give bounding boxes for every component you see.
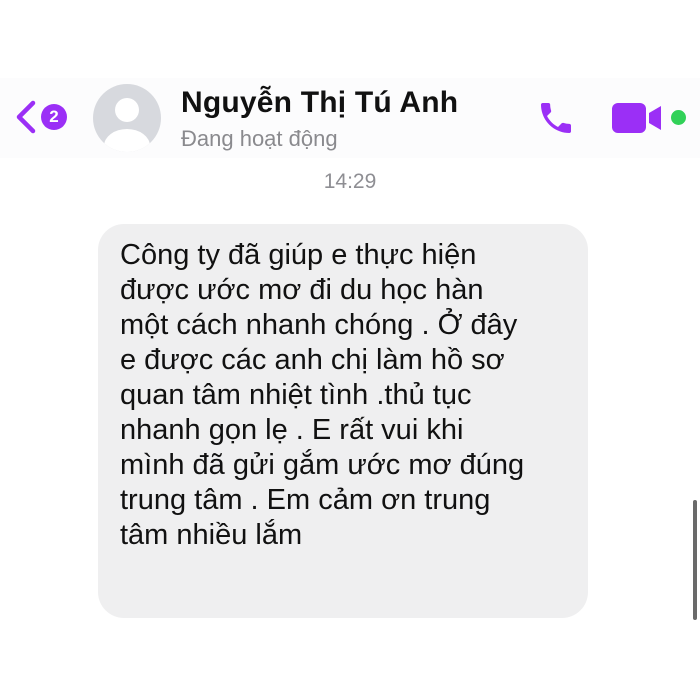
- online-status-dot: [671, 110, 686, 125]
- avatar[interactable]: [93, 84, 161, 152]
- chat-header: 2 Nguyễn Thị Tú Anh Đang hoạt động: [0, 78, 700, 158]
- video-call-button[interactable]: [610, 100, 666, 136]
- video-camera-icon: [612, 103, 661, 133]
- chevron-left-icon: [16, 100, 36, 134]
- message-text[interactable]: Công ty đã giúp e thực hiện được ước mơ …: [120, 238, 566, 553]
- contact-name[interactable]: Nguyễn Thị Tú Anh: [181, 86, 458, 120]
- chat-screen: 2 Nguyễn Thị Tú Anh Đang hoạt động 14:29…: [0, 0, 700, 700]
- phone-icon: [541, 103, 571, 133]
- voice-call-button[interactable]: [533, 98, 579, 138]
- message-timestamp: 14:29: [323, 170, 377, 193]
- back-button[interactable]: 2: [14, 96, 78, 138]
- scrollbar[interactable]: [693, 500, 697, 620]
- contact-status: Đang hoạt động: [181, 126, 338, 151]
- message-bubble[interactable]: Công ty đã giúp e thực hiện được ước mơ …: [98, 224, 588, 618]
- default-person-icon: [104, 98, 150, 152]
- unread-count-badge: 2: [41, 104, 67, 130]
